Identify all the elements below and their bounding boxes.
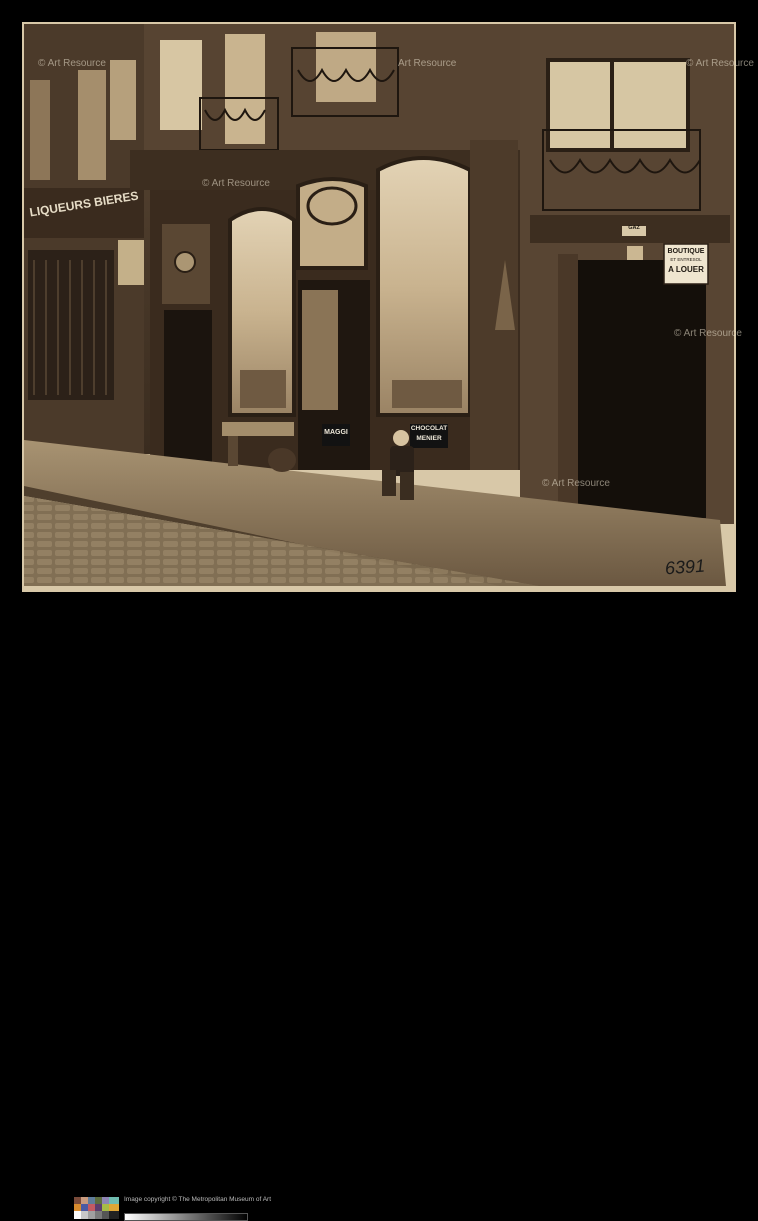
photograph xyxy=(22,22,736,592)
menier-sign: MENIER xyxy=(416,435,442,442)
chocolat-sign: CHOCOLAT xyxy=(410,425,448,432)
color-calibration-swatch xyxy=(74,1197,119,1219)
gray-scale-bar xyxy=(124,1213,248,1221)
shop-window-right xyxy=(376,156,472,417)
boutique-sign: BOUTIQUE xyxy=(667,248,705,255)
watermark: Art Resource xyxy=(398,58,457,69)
maggi-sign: MAGGI xyxy=(324,429,348,436)
image-copyright-credit: Image copyright © The Metropolitan Museu… xyxy=(124,1196,272,1203)
credit-footer: Image copyright © The Metropolitan Museu… xyxy=(0,596,758,1221)
doorway-left xyxy=(164,310,212,462)
watermark: © Art Resource xyxy=(202,178,270,189)
a-louer-sign: A LOUER xyxy=(668,265,704,274)
watermark: © Art Resource xyxy=(674,328,742,339)
gaz-sign: GAZ xyxy=(628,225,640,231)
watermark: © Art Resource xyxy=(542,478,610,489)
watermark: © Art Resource xyxy=(686,58,754,69)
boutique-sub-sign: ET ENTRESOL xyxy=(670,257,702,262)
watermark: © Art Resource xyxy=(38,58,106,69)
